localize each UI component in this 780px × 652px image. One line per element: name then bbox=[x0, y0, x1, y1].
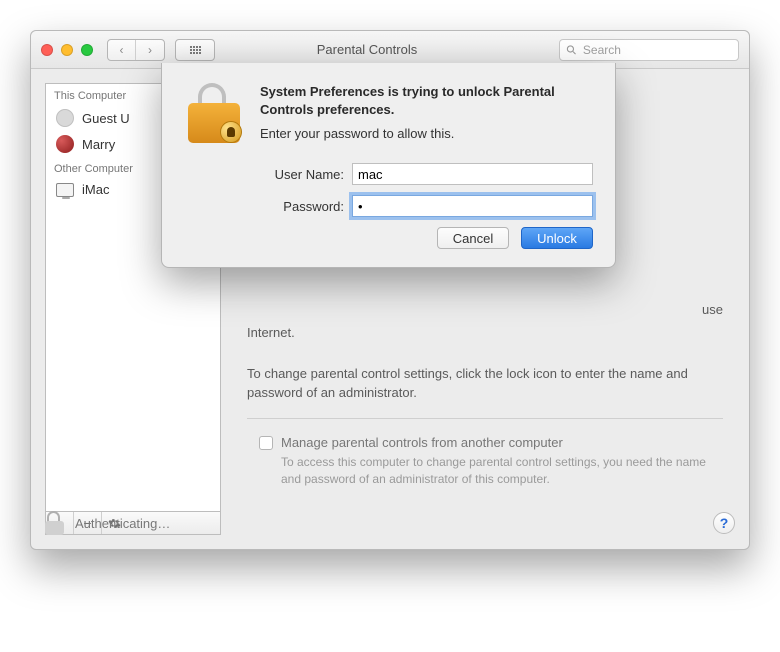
search-field[interactable] bbox=[559, 39, 739, 61]
auth-status-text: Authenticating… bbox=[75, 516, 170, 531]
nav-back-forward: ‹ › bbox=[107, 39, 165, 61]
avatar-icon bbox=[56, 135, 74, 153]
minimize-window-button[interactable] bbox=[61, 44, 73, 56]
password-input[interactable] bbox=[352, 195, 593, 217]
cancel-button[interactable]: Cancel bbox=[437, 227, 509, 249]
auth-dialog: System Preferences is trying to unlock P… bbox=[161, 63, 616, 268]
auth-dialog-subtext: Enter your password to allow this. bbox=[260, 126, 593, 141]
nav-forward-button[interactable]: › bbox=[136, 40, 164, 60]
zoom-window-button[interactable] bbox=[81, 44, 93, 56]
lock-icon bbox=[184, 83, 244, 145]
text-fragment: use bbox=[235, 301, 735, 320]
close-window-button[interactable] bbox=[41, 44, 53, 56]
unlock-button[interactable]: Unlock bbox=[521, 227, 593, 249]
search-input[interactable] bbox=[581, 42, 732, 58]
traffic-lights bbox=[41, 44, 93, 56]
lock-icon[interactable] bbox=[45, 511, 65, 535]
sidebar-item-label: Marry bbox=[82, 137, 115, 152]
sidebar-item-label: Guest U bbox=[82, 111, 130, 126]
monitor-icon bbox=[56, 183, 74, 197]
remote-manage-checkbox-row: Manage parental controls from another co… bbox=[247, 435, 723, 488]
text-fragment: Internet. bbox=[235, 324, 735, 343]
nav-back-button[interactable]: ‹ bbox=[108, 40, 136, 60]
sidebar-item-label: iMac bbox=[82, 182, 109, 197]
auth-dialog-heading: System Preferences is trying to unlock P… bbox=[260, 83, 593, 118]
auth-status-bar: Authenticating… ? bbox=[45, 511, 735, 535]
window-title: Parental Controls bbox=[185, 42, 549, 57]
search-icon bbox=[566, 44, 577, 56]
remote-manage-checkbox[interactable] bbox=[259, 436, 273, 450]
checkbox-subtext: To access this computer to change parent… bbox=[281, 454, 723, 488]
avatar-icon bbox=[56, 109, 74, 127]
username-input[interactable] bbox=[352, 163, 593, 185]
divider bbox=[247, 418, 723, 419]
instruction-text: To change parental control settings, cli… bbox=[247, 365, 723, 403]
checkbox-label: Manage parental controls from another co… bbox=[281, 435, 723, 450]
help-button[interactable]: ? bbox=[713, 512, 735, 534]
username-label: User Name: bbox=[260, 167, 344, 182]
preferences-window: ‹ › Parental Controls This Computer Gues… bbox=[30, 30, 750, 550]
password-label: Password: bbox=[260, 199, 344, 214]
